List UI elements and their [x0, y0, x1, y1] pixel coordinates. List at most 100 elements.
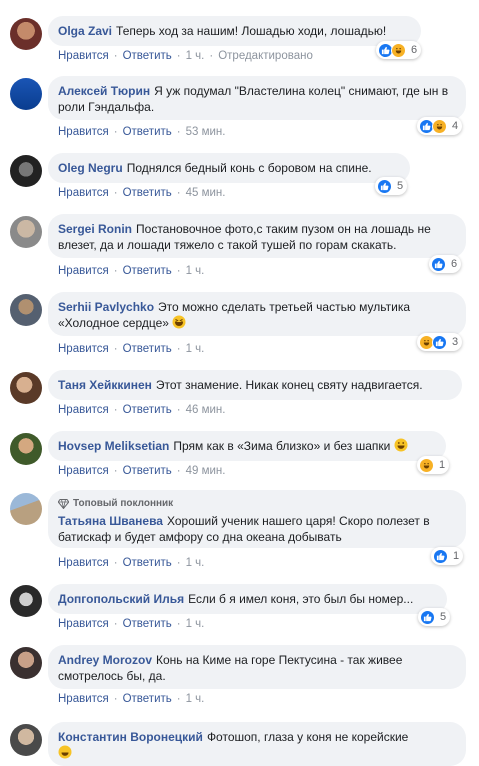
comment-author[interactable]: Sergei Ronin	[58, 222, 132, 236]
reactions-count: 5	[440, 611, 447, 623]
avatar[interactable]	[10, 216, 42, 248]
reactions-summary[interactable]: 5	[375, 177, 408, 195]
comment-bubble: Допгопольский Илья Если б я имел коня, эт…	[48, 584, 447, 614]
comment-bubble: Sergei Ronin Постановочное фото,с таким п…	[48, 214, 466, 258]
separator: ·	[113, 693, 118, 705]
like-reaction-icon	[432, 334, 447, 350]
separator: ·	[113, 343, 118, 355]
comment-actions: Нравится · Ответить · 46 мин.	[58, 404, 225, 416]
comment-bubble: Hovsep Meliksetian Прям как в «Зима близк…	[48, 431, 446, 461]
reactions-summary[interactable]: 3	[417, 333, 463, 351]
comment-author[interactable]: Serhii Pavlychko	[58, 300, 154, 314]
reactions-count: 5	[397, 180, 404, 192]
avatar[interactable]	[10, 433, 42, 465]
comment-time[interactable]: 46 мин.	[186, 404, 226, 416]
like-link[interactable]: Нравится	[58, 404, 109, 416]
top-fan-badge: Топовый поклонник	[58, 496, 456, 512]
reactions-summary[interactable]: 4	[417, 117, 463, 135]
like-reaction-icon	[420, 609, 435, 625]
reply-link[interactable]: Ответить	[123, 126, 172, 138]
comment-time[interactable]: 1 ч.	[186, 693, 205, 705]
comment-author[interactable]: Olga Zavi	[58, 24, 112, 38]
like-link[interactable]: Нравится	[58, 557, 109, 569]
reactions-summary[interactable]: 6	[376, 41, 422, 59]
comment-bubble: Serhii Pavlychko Это можно сделать третье…	[48, 292, 466, 336]
comment-actions: Нравится · Ответить · 45 мин.	[58, 187, 225, 199]
reply-link[interactable]: Ответить	[123, 343, 172, 355]
comment-time[interactable]: 53 мин.	[186, 126, 226, 138]
comment-bubble: Алексей Тюрин Я уж подумал "Властелина ко…	[48, 76, 466, 120]
comment-author[interactable]: Oleg Negru	[58, 161, 123, 175]
reply-link[interactable]: Ответить	[123, 50, 172, 62]
separator: ·	[113, 187, 118, 199]
reactions-summary[interactable]: 1	[431, 547, 464, 565]
separator: ·	[176, 187, 181, 199]
reactions-summary[interactable]: 6	[429, 255, 462, 273]
comment-author[interactable]: Алексей Тюрин	[58, 84, 150, 98]
reply-link[interactable]: Ответить	[123, 618, 172, 630]
comment-time[interactable]: 49 мин.	[186, 465, 226, 477]
avatar[interactable]	[10, 78, 42, 110]
comment-time[interactable]: 45 мин.	[186, 187, 226, 199]
avatar[interactable]	[10, 18, 42, 50]
avatar[interactable]	[10, 372, 42, 404]
separator: ·	[176, 50, 181, 62]
like-link[interactable]: Нравится	[58, 465, 109, 477]
reactions-summary[interactable]: 5	[418, 608, 451, 626]
comment-author[interactable]: Hovsep Meliksetian	[58, 439, 169, 453]
like-reaction-icon	[433, 548, 448, 564]
avatar[interactable]	[10, 585, 42, 617]
comment-actions: Нравится · Ответить · 1 ч.	[58, 343, 204, 355]
reply-link[interactable]: Ответить	[123, 187, 172, 199]
reactions-count: 6	[451, 258, 458, 270]
separator: ·	[113, 50, 118, 62]
reply-link[interactable]: Ответить	[123, 693, 172, 705]
avatar[interactable]	[10, 493, 42, 525]
reply-link[interactable]: Ответить	[123, 465, 172, 477]
avatar[interactable]	[10, 155, 42, 187]
separator: ·	[176, 126, 181, 138]
comment-text: Если б я имел коня, это был бы номер...	[188, 592, 414, 606]
reply-link[interactable]: Ответить	[123, 557, 172, 569]
separator: ·	[176, 465, 181, 477]
comment-time[interactable]: 1 ч.	[186, 50, 205, 62]
like-link[interactable]: Нравится	[58, 265, 109, 277]
separator: ·	[176, 265, 181, 277]
separator: ·	[113, 404, 118, 416]
reactions-summary[interactable]: 1	[417, 456, 450, 474]
like-link[interactable]: Нравится	[58, 126, 109, 138]
comment-author[interactable]: Константин Воронецкий	[58, 730, 203, 744]
like-link[interactable]: Нравится	[58, 50, 109, 62]
comment-author[interactable]: Допгопольский Илья	[58, 592, 184, 606]
avatar[interactable]	[10, 294, 42, 326]
reactions-count: 4	[452, 120, 459, 132]
like-link[interactable]: Нравится	[58, 693, 109, 705]
like-link[interactable]: Нравится	[58, 618, 109, 630]
separator: ·	[113, 465, 118, 477]
separator: ·	[113, 618, 118, 630]
like-reaction-icon	[377, 178, 392, 194]
comment-time[interactable]: 1 ч.	[186, 557, 205, 569]
like-link[interactable]: Нравится	[58, 343, 109, 355]
avatar[interactable]	[10, 647, 42, 679]
comment-time[interactable]: 1 ч.	[186, 265, 205, 277]
comment-time[interactable]: 1 ч.	[186, 618, 205, 630]
separator: ·	[113, 557, 118, 569]
comment-text: Теперь ход за нашим! Лошадью ходи, лошад…	[116, 24, 387, 38]
avatar[interactable]	[10, 724, 42, 756]
comment-author[interactable]: Andrey Morozov	[58, 653, 152, 667]
reply-link[interactable]: Ответить	[123, 265, 172, 277]
edited-label[interactable]: Отредактировано	[218, 50, 313, 62]
comment-author[interactable]: Татьяна Шванева	[58, 514, 163, 528]
comment-text: Фотошоп, глаза у коня не корейские	[206, 730, 409, 744]
comment-bubble: Топовый поклонник Татьяна Шванева Хороший…	[48, 490, 466, 548]
reply-link[interactable]: Ответить	[123, 404, 172, 416]
grinning-emoji-icon	[58, 745, 72, 759]
comment-bubble: Oleg Negru Поднялся бедный конь с боровом…	[48, 153, 410, 183]
grinning-emoji-icon	[394, 438, 408, 452]
comment-author[interactable]: Таня Хейккинен	[58, 378, 152, 392]
separator: ·	[113, 126, 118, 138]
reactions-count: 1	[453, 550, 460, 562]
like-link[interactable]: Нравится	[58, 187, 109, 199]
comment-time[interactable]: 1 ч.	[186, 343, 205, 355]
